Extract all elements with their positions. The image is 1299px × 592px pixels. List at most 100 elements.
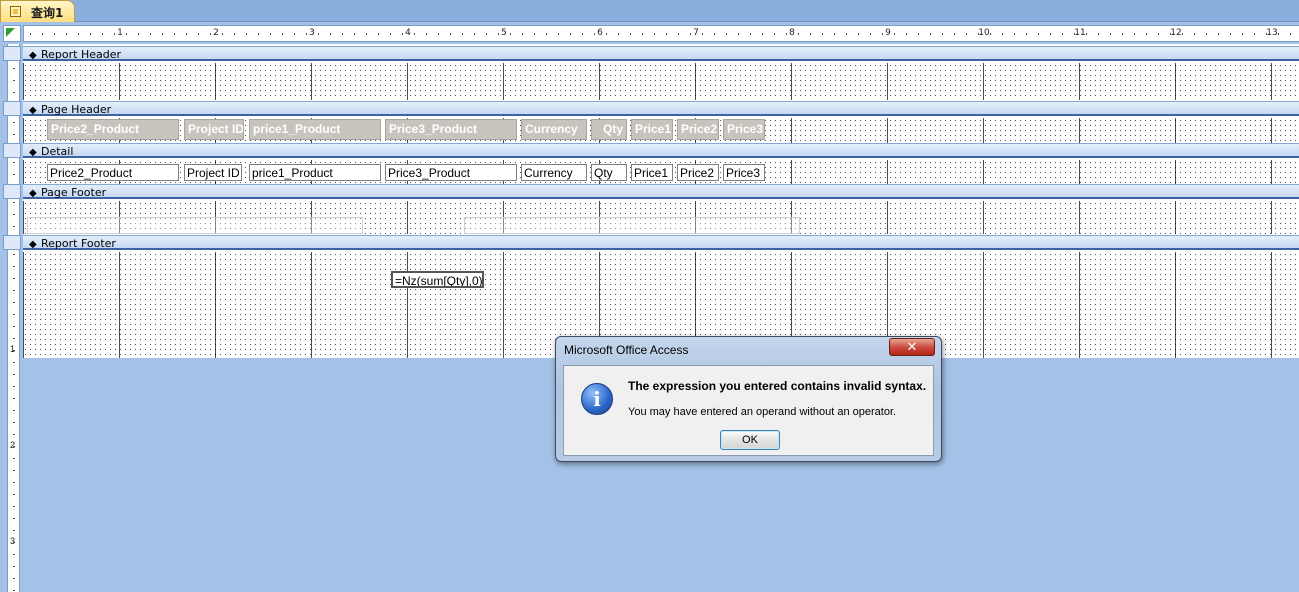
ruler-dot	[222, 33, 223, 35]
band-arrow-icon: ◆	[29, 239, 37, 250]
ruler-dot	[102, 33, 103, 35]
label-price1-product[interactable]: price1_Product	[249, 119, 381, 140]
error-dialog: Microsoft Office Access ✕ i The expressi…	[555, 336, 942, 462]
ruler-dot	[30, 33, 31, 35]
ruler-dot	[726, 33, 727, 35]
ruler-dot	[13, 68, 15, 69]
ruler-dot	[150, 33, 151, 35]
ruler-dot	[702, 33, 703, 35]
ruler-dot	[846, 33, 847, 35]
ruler-dot	[13, 434, 15, 435]
expression-sum-qty-field[interactable]: =Nz(sum[Qty],0)	[391, 271, 484, 288]
field-price2-product[interactable]: Price2_Product	[47, 164, 179, 181]
ruler-dot	[13, 226, 15, 227]
ruler-dot	[13, 506, 15, 507]
label-price2[interactable]: Price2	[677, 119, 719, 140]
ruler-dot	[13, 386, 15, 387]
ruler-dot	[13, 374, 15, 375]
ok-button[interactable]: OK	[720, 430, 780, 450]
ruler-dot	[54, 33, 55, 35]
ruler-dot	[942, 33, 943, 35]
detail-bar[interactable]: ◆ Detail	[23, 143, 1299, 158]
ruler-number: 4	[405, 28, 411, 38]
report-header-section[interactable]	[23, 63, 1299, 100]
footer-date-control[interactable]	[27, 217, 363, 234]
band-selector-report-header[interactable]	[3, 46, 21, 61]
field-price3[interactable]: Price3	[723, 164, 765, 181]
ruler-dot	[642, 33, 643, 35]
label-price2-product[interactable]: Price2_Product	[47, 119, 179, 140]
ruler-dot	[1086, 33, 1087, 35]
vertical-ruler[interactable]: 1 2 3	[7, 44, 20, 592]
label-currency[interactable]: Currency	[521, 119, 587, 140]
ruler-number: 2	[213, 28, 219, 38]
field-project-id[interactable]: Project ID	[184, 164, 242, 181]
label-project-id[interactable]: Project ID	[184, 119, 244, 140]
ruler-dot	[1194, 33, 1195, 35]
band-selector-report-footer[interactable]	[3, 235, 21, 250]
page-footer-bar[interactable]: ◆ Page Footer	[23, 184, 1299, 199]
band-selector-page-footer[interactable]	[3, 184, 21, 199]
field-price1[interactable]: Price1	[631, 164, 673, 181]
band-selector-page-header[interactable]	[3, 101, 21, 116]
ruler-dot	[786, 33, 787, 35]
label-qty[interactable]: Qty	[591, 119, 627, 140]
close-icon: ✕	[906, 339, 918, 354]
footer-page-number-control[interactable]	[464, 217, 800, 234]
ruler-number: 1	[117, 28, 123, 38]
ruler-dot	[13, 518, 15, 519]
ruler-dot	[486, 33, 487, 35]
ruler-dot	[402, 33, 403, 35]
ruler-dot	[774, 33, 775, 35]
ruler-dot	[606, 33, 607, 35]
report-selector[interactable]	[3, 25, 21, 42]
ruler-number: 2	[10, 440, 16, 450]
ruler-dot	[426, 33, 427, 35]
ruler-dot	[450, 33, 451, 35]
ruler-dot	[66, 33, 67, 35]
label-price3-product[interactable]: Price3_Product	[385, 119, 517, 140]
field-price2[interactable]: Price2	[677, 164, 719, 181]
field-currency[interactable]: Currency	[521, 164, 587, 181]
ruler-dot	[354, 33, 355, 35]
ruler-dot	[126, 33, 127, 35]
field-price3-product[interactable]: Price3_Product	[385, 164, 517, 181]
report-header-bar[interactable]: ◆ Report Header	[23, 46, 1299, 61]
field-qty[interactable]: Qty	[591, 164, 627, 181]
page-header-bar[interactable]: ◆ Page Header	[23, 101, 1299, 116]
ruler-dot	[810, 33, 811, 35]
ruler-dot	[13, 566, 15, 567]
report-design-surface[interactable]: ◆ Report Header ◆ Page Header Price2_Pro…	[23, 44, 1299, 358]
horizontal-ruler[interactable]: 1 2 3 4 5 6 7 8 9 10 11 12 13	[23, 25, 1299, 42]
tab-query1[interactable]: 查询1	[0, 0, 75, 22]
ruler-dot	[954, 33, 955, 35]
detail-section[interactable]: Price2_Product Project ID price1_Product…	[23, 160, 1299, 184]
ruler-dot	[13, 174, 15, 175]
ruler-dot	[174, 33, 175, 35]
ruler-dot	[378, 33, 379, 35]
close-button[interactable]: ✕	[889, 338, 935, 356]
report-footer-bar[interactable]: ◆ Report Footer	[23, 235, 1299, 250]
ruler-dot	[294, 33, 295, 35]
ruler-dot	[894, 33, 895, 35]
ruler-dot	[462, 33, 463, 35]
ruler-dot	[906, 33, 907, 35]
page-header-section[interactable]: Price2_Product Project ID price1_Product…	[23, 118, 1299, 143]
ruler-dot	[1254, 33, 1255, 35]
ruler-dot	[13, 470, 15, 471]
ruler-number: 10	[978, 28, 990, 38]
ruler-dot	[1290, 33, 1291, 35]
ruler-dot	[13, 92, 15, 93]
ruler-dot	[558, 33, 559, 35]
ruler-dot	[138, 33, 139, 35]
error-detail: You may have entered an operand without …	[628, 406, 897, 418]
field-price1-product[interactable]: price1_Product	[249, 164, 381, 181]
ruler-dot	[510, 33, 511, 35]
label-price3[interactable]: Price3	[723, 119, 765, 140]
band-selector-detail[interactable]	[3, 143, 21, 158]
label-price1[interactable]: Price1	[631, 119, 673, 140]
page-footer-section[interactable]	[23, 201, 1299, 234]
ruler-dot	[13, 482, 15, 483]
ruler-dot	[822, 33, 823, 35]
ruler-dot	[366, 33, 367, 35]
